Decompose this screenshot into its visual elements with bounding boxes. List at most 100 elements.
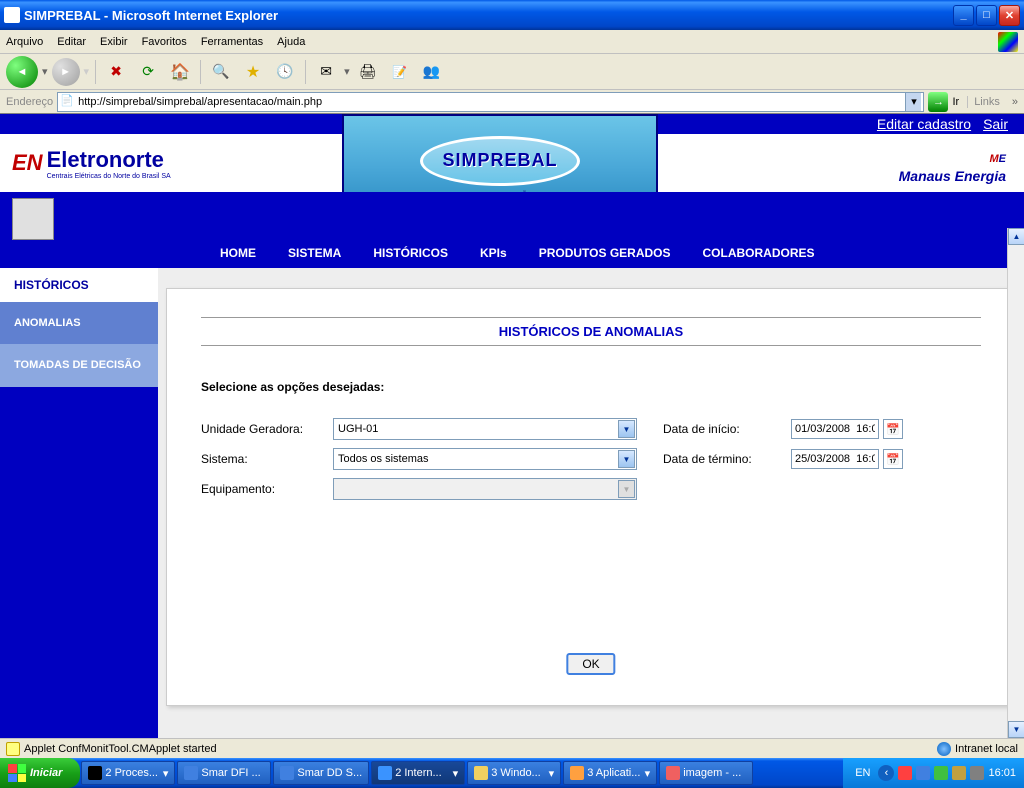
tray-icon[interactable] <box>970 766 984 780</box>
label-sistema: Sistema: <box>201 452 333 466</box>
tray-icon[interactable] <box>934 766 948 780</box>
address-dropdown[interactable]: ▾ <box>905 93 921 111</box>
sidebar-item-tomadas[interactable]: TOMADAS DE DECISÃO <box>0 344 158 386</box>
form-instruction: Selecione as opções desejadas: <box>201 380 981 394</box>
home-button[interactable]: 🏠 <box>166 58 194 86</box>
history-button[interactable]: 🕓 <box>271 58 299 86</box>
eletronorte-logo: EN Eletronorte Centrais Elétricas do Nor… <box>0 147 171 180</box>
language-indicator[interactable]: EN <box>851 767 874 779</box>
task-item[interactable]: 3 Windo...▾ <box>467 761 561 785</box>
maximize-button[interactable]: □ <box>976 5 997 26</box>
select-unidade[interactable]: UGH-01 ▼ <box>333 418 637 440</box>
ok-button[interactable]: OK <box>566 653 615 675</box>
select-sistema[interactable]: Todos os sistemas ▼ <box>333 448 637 470</box>
system-tray: EN ‹ 16:01 <box>843 758 1024 788</box>
select-equipamento: ▼ <box>333 478 637 500</box>
sidebar: HISTÓRICOS ANOMALIAS TOMADAS DE DECISÃO <box>0 268 158 738</box>
sidebar-item-anomalias[interactable]: ANOMALIAS <box>0 302 158 344</box>
messenger-button[interactable]: 👥 <box>418 58 446 86</box>
links-label[interactable]: Links <box>967 96 1006 108</box>
label-inicio: Data de início: <box>663 422 791 436</box>
chevron-down-icon[interactable]: ▼ <box>618 420 635 438</box>
nav-kpis[interactable]: KPIs <box>480 246 507 260</box>
main-nav: HOME SISTEMA HISTÓRICOS KPIs PRODUTOS GE… <box>220 246 815 260</box>
forward-dropdown[interactable]: ▾ <box>84 65 90 78</box>
link-sair[interactable]: Sair <box>983 116 1008 132</box>
close-button[interactable]: ✕ <box>999 5 1020 26</box>
tray-icon[interactable] <box>916 766 930 780</box>
menubar: Arquivo Editar Exibir Favoritos Ferramen… <box>0 30 1024 54</box>
print-button[interactable]: 🖨 <box>354 58 382 86</box>
menu-ajuda[interactable]: Ajuda <box>277 36 305 48</box>
user-avatar <box>12 198 54 240</box>
address-bar: Endereço 📄 ▾ → Ir Links » <box>0 90 1024 114</box>
tray-expand-icon[interactable]: ‹ <box>878 765 894 781</box>
label-unidade: Unidade Geradora: <box>201 422 333 436</box>
task-item[interactable]: 2 Proces...▾ <box>81 761 175 785</box>
task-item[interactable]: 3 Aplicati...▾ <box>563 761 657 785</box>
toolbar: ◄ ▾ ► ▾ ✖ ⟳ 🏠 🔍 ★ 🕓 ✉ ▾ 🖨 📝 👥 <box>0 54 1024 90</box>
mail-dropdown[interactable]: ▾ <box>344 65 350 78</box>
scroll-up-button[interactable]: ▲ <box>1008 228 1024 245</box>
main-panel: HISTÓRICOS DE ANOMALIAS Selecione as opç… <box>158 268 1024 738</box>
nav-home[interactable]: HOME <box>220 246 256 260</box>
vertical-scrollbar[interactable]: ▲ ▼ <box>1007 228 1024 738</box>
window-titlebar: SIMPREBAL - Microsoft Internet Explorer … <box>0 0 1024 30</box>
tray-icon[interactable] <box>952 766 966 780</box>
back-button[interactable]: ◄ <box>6 56 38 88</box>
label-termino: Data de término: <box>663 452 791 466</box>
chevron-down-icon[interactable]: ▼ <box>618 450 635 468</box>
page-icon: 📄 <box>60 94 76 110</box>
address-input[interactable] <box>78 96 905 108</box>
address-label: Endereço <box>6 96 53 108</box>
sidebar-heading: HISTÓRICOS <box>0 268 158 302</box>
task-item[interactable]: Smar DFI ... <box>177 761 271 785</box>
address-field[interactable]: 📄 ▾ <box>57 92 924 112</box>
tray-icon[interactable] <box>898 766 912 780</box>
label-equipamento: Equipamento: <box>201 482 333 496</box>
manaus-energia-logo: ME Manaus Energia <box>899 142 1024 184</box>
minimize-button[interactable]: _ <box>953 5 974 26</box>
warning-icon <box>6 742 20 756</box>
favorites-button[interactable]: ★ <box>239 58 267 86</box>
go-button[interactable]: → <box>928 92 948 112</box>
chevron-down-icon: ▼ <box>618 480 635 498</box>
back-dropdown[interactable]: ▾ <box>42 65 48 78</box>
app-icon <box>4 7 20 23</box>
input-data-termino[interactable] <box>791 449 879 469</box>
taskbar: Iniciar 2 Proces...▾ Smar DFI ... Smar D… <box>0 758 1024 788</box>
menu-ferramentas[interactable]: Ferramentas <box>201 36 263 48</box>
nav-sistema[interactable]: SISTEMA <box>288 246 341 260</box>
link-editar-cadastro[interactable]: Editar cadastro <box>877 116 971 132</box>
calendar-icon-termino[interactable]: 📅 <box>883 449 903 469</box>
zone-icon <box>937 742 951 756</box>
window-title: SIMPREBAL - Microsoft Internet Explorer <box>24 8 953 23</box>
content-area: HISTÓRICOS ANOMALIAS TOMADAS DE DECISÃO … <box>0 268 1024 738</box>
calendar-icon-inicio[interactable]: 📅 <box>883 419 903 439</box>
task-item[interactable]: Smar DD S... <box>273 761 369 785</box>
task-item-active[interactable]: 2 Intern...▾ <box>371 761 465 785</box>
windows-logo-icon <box>8 764 26 782</box>
edit-button[interactable]: 📝 <box>386 58 414 86</box>
task-item[interactable]: imagem - ... <box>659 761 753 785</box>
menu-editar[interactable]: Editar <box>57 36 86 48</box>
nav-produtos[interactable]: PRODUTOS GERADOS <box>539 246 671 260</box>
forward-button[interactable]: ► <box>52 58 80 86</box>
status-bar: Applet ConfMonitTool.CMApplet started In… <box>0 738 1024 758</box>
clock[interactable]: 16:01 <box>988 767 1016 779</box>
menu-favoritos[interactable]: Favoritos <box>142 36 187 48</box>
stop-button[interactable]: ✖ <box>102 58 130 86</box>
nav-historicos[interactable]: HISTÓRICOS <box>373 246 448 260</box>
menu-arquivo[interactable]: Arquivo <box>6 36 43 48</box>
page-content: Editar cadastro Sair EN Eletronorte Cent… <box>0 114 1024 738</box>
scroll-down-button[interactable]: ▼ <box>1008 721 1024 738</box>
mail-button[interactable]: ✉ <box>312 58 340 86</box>
search-button[interactable]: 🔍 <box>207 58 235 86</box>
menu-exibir[interactable]: Exibir <box>100 36 128 48</box>
input-data-inicio[interactable] <box>791 419 879 439</box>
nav-colaboradores[interactable]: COLABORADORES <box>703 246 815 260</box>
status-text: Applet ConfMonitTool.CMApplet started <box>24 743 217 755</box>
refresh-button[interactable]: ⟳ <box>134 58 162 86</box>
start-button[interactable]: Iniciar <box>0 758 80 788</box>
nav-band: HOME SISTEMA HISTÓRICOS KPIs PRODUTOS GE… <box>0 192 1024 268</box>
